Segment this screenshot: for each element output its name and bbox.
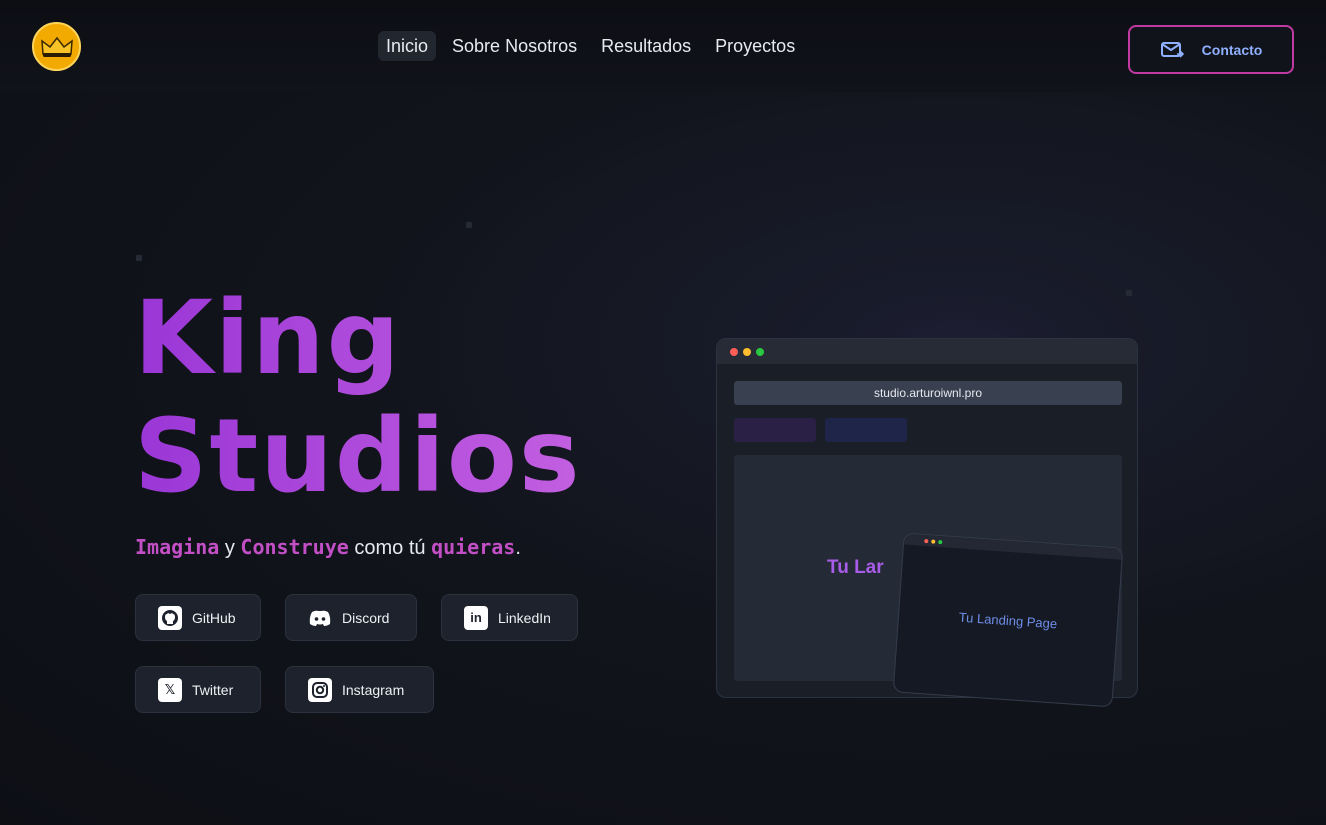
twitter-button[interactable]: 𝕏 Twitter <box>135 666 261 713</box>
placeholder-block <box>734 418 816 442</box>
nav-item-proyectos[interactable]: Proyectos <box>707 31 803 61</box>
browser-url-bar: studio.arturoiwnl.pro <box>734 381 1122 405</box>
nav-item-sobre-nosotros[interactable]: Sobre Nosotros <box>444 31 585 61</box>
discord-button[interactable]: Discord <box>285 594 417 641</box>
instagram-button[interactable]: Instagram <box>285 666 434 713</box>
tagline-text: y <box>219 537 241 559</box>
close-dot-icon <box>924 538 929 543</box>
browser-content-text: Tu Lar <box>827 557 884 578</box>
discord-icon <box>308 606 332 630</box>
nav-item-inicio[interactable]: Inicio <box>378 31 437 61</box>
mail-icon <box>1160 41 1184 58</box>
minimize-dot-icon <box>743 347 751 356</box>
social-label: GitHub <box>192 609 236 626</box>
tilted-window-mockup: Tu Landing Page <box>892 532 1124 708</box>
decor-spark <box>466 222 472 228</box>
instagram-icon <box>308 677 332 702</box>
minimize-dot-icon <box>931 538 936 544</box>
hero-title-line1: King <box>134 279 402 398</box>
decor-spark <box>1126 290 1132 296</box>
maximize-dot-icon <box>756 347 764 356</box>
github-button[interactable]: GitHub <box>135 594 261 641</box>
decor-spark <box>136 255 142 261</box>
tagline-word-construye: Construye <box>240 535 349 559</box>
hero-title-line2: Studios <box>134 397 582 516</box>
github-icon <box>158 605 182 630</box>
placeholder-block <box>825 418 907 442</box>
nav-item-resultados[interactable]: Resultados <box>593 31 699 61</box>
maximize-dot-icon <box>938 539 943 544</box>
hero-title: King Studios <box>134 280 582 516</box>
main-nav: Inicio Sobre Nosotros Resultados Proyect… <box>378 31 803 61</box>
close-dot-icon <box>730 347 738 356</box>
social-label: Twitter <box>192 681 234 698</box>
contact-button[interactable]: Contacto <box>1128 25 1294 74</box>
social-label: Discord <box>342 609 390 626</box>
linkedin-icon: in <box>464 605 488 630</box>
contact-label: Contacto <box>1201 41 1263 58</box>
social-label: Instagram <box>342 681 405 698</box>
tagline-word-quieras: quieras <box>431 535 516 559</box>
crown-icon <box>40 36 73 57</box>
tilted-window-text: Tu Landing Page <box>958 609 1058 632</box>
x-twitter-icon: 𝕏 <box>158 677 182 702</box>
tagline-text: . <box>515 537 521 559</box>
tagline-word-imagina: Imagina <box>135 535 220 559</box>
tagline-text: como tú <box>348 537 432 559</box>
hero-tagline: Imagina y Construye como tú quieras. <box>135 535 521 560</box>
social-label: LinkedIn <box>498 609 551 626</box>
logo[interactable] <box>32 22 81 71</box>
browser-titlebar <box>717 339 1137 364</box>
linkedin-button[interactable]: in LinkedIn <box>441 594 578 641</box>
